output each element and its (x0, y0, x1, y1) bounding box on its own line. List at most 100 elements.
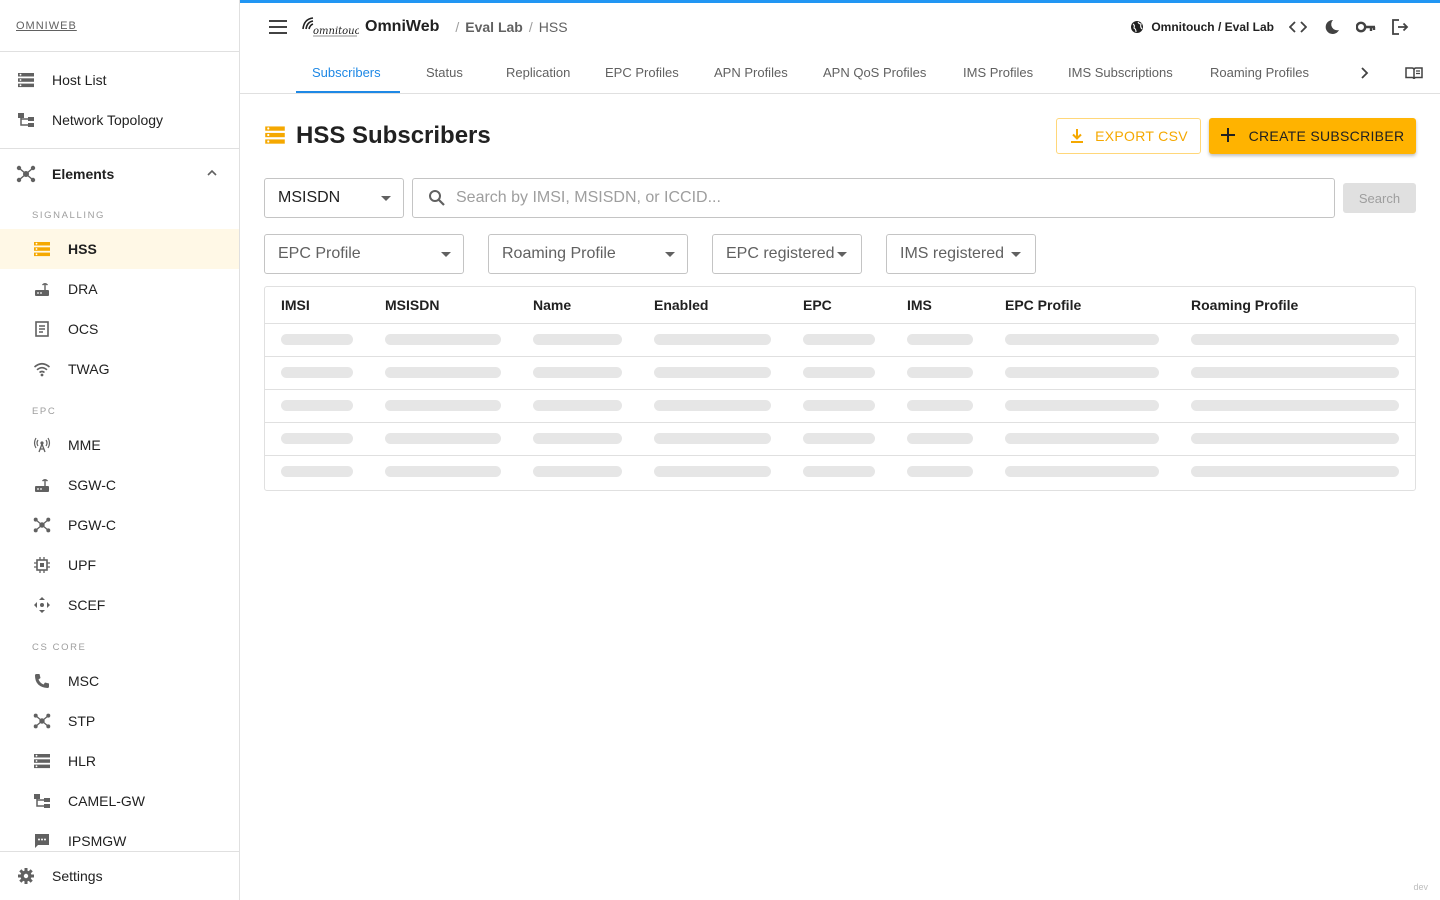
sidebar-item-stp[interactable]: STP (0, 701, 239, 741)
download-icon (1069, 128, 1085, 144)
skeleton-placeholder (1005, 400, 1159, 411)
table-cell (517, 323, 638, 357)
tab-replication[interactable]: Replication (506, 51, 570, 93)
hub-icon (16, 164, 36, 184)
table-cell (989, 323, 1175, 357)
table-cell (265, 389, 369, 423)
column-header-enabled[interactable]: Enabled (638, 287, 787, 324)
skeleton-placeholder (803, 400, 875, 411)
sidebar-item-label: UPF (68, 557, 96, 573)
column-header-roaming-profile[interactable]: Roaming Profile (1175, 287, 1415, 324)
column-header-imsi[interactable]: IMSI (265, 287, 369, 324)
sidebar-item-scef[interactable]: SCEF (0, 585, 239, 625)
sidebar-group-elements[interactable]: Elements (0, 149, 239, 199)
export-csv-button[interactable]: EXPORT CSV (1056, 118, 1201, 154)
environment-tag: dev (1413, 882, 1428, 892)
sidebar-item-settings[interactable]: Settings (0, 851, 239, 900)
table-cell (369, 455, 517, 488)
table-cell (638, 389, 787, 423)
sidebar-item-twag[interactable]: TWAG (0, 349, 239, 389)
dark-mode-icon[interactable] (1322, 17, 1342, 37)
table-row (265, 389, 1415, 423)
sidebar-item-label: TWAG (68, 361, 110, 377)
search-field-select[interactable]: MSISDN (264, 178, 404, 218)
key-icon[interactable] (1356, 17, 1376, 37)
sidebar-item-label: STP (68, 713, 96, 729)
search-button[interactable]: Search (1343, 183, 1416, 213)
sidebar-item-mme[interactable]: MME (0, 425, 239, 465)
filter-epc-profile[interactable]: EPC Profile (264, 234, 464, 274)
tab-status[interactable]: Status (426, 51, 463, 93)
search-field-value: MSISDN (278, 189, 341, 206)
column-header-epc-profile[interactable]: EPC Profile (989, 287, 1175, 324)
table-row (265, 356, 1415, 390)
sidebar-item-label: CAMEL-GW (68, 793, 145, 809)
table-cell (787, 356, 891, 390)
section-label-epc: EPC (32, 405, 57, 417)
table-row (265, 455, 1415, 488)
tab-epc-profiles[interactable]: EPC Profiles (605, 51, 679, 93)
breadcrumb-eval-lab[interactable]: Eval Lab (465, 19, 523, 35)
column-header-name[interactable]: Name (517, 287, 638, 324)
table-cell (369, 422, 517, 456)
sidebar-item-label: MME (68, 437, 101, 453)
create-subscriber-button[interactable]: CREATE SUBSCRIBER (1209, 118, 1416, 154)
skeleton-placeholder (1005, 334, 1159, 345)
search-input[interactable] (456, 189, 1316, 207)
sidebar-item-label: MSC (68, 673, 100, 689)
topology-icon (32, 791, 52, 811)
skeleton-placeholder (907, 334, 973, 345)
column-header-ims[interactable]: IMS (891, 287, 989, 324)
filter-epc-registered[interactable]: EPC registered (712, 234, 862, 274)
sidebar-item-upf[interactable]: UPF (0, 545, 239, 585)
column-header-epc[interactable]: EPC (787, 287, 891, 324)
sidebar-item-ocs[interactable]: OCS (0, 309, 239, 349)
sidebar-item-camel-gw[interactable]: CAMEL-GW (0, 781, 239, 821)
tab-roaming-profiles[interactable]: Roaming Profiles (1210, 51, 1309, 93)
app-name[interactable]: OmniWeb (365, 18, 439, 36)
chevron-right-icon[interactable] (1354, 63, 1374, 83)
skeleton-placeholder (654, 400, 771, 411)
sidebar-item-network-topology[interactable]: Network Topology (0, 100, 239, 140)
table-cell (517, 455, 638, 488)
chevron-up-icon[interactable] (205, 166, 219, 180)
skeleton-placeholder (1191, 466, 1399, 478)
table-cell (1175, 455, 1415, 488)
sidebar-item-hss[interactable]: HSS (0, 229, 239, 269)
sidebar-item-hlr[interactable]: HLR (0, 741, 239, 781)
sidebar-item-label: IPSMGW (68, 833, 127, 849)
sidebar-item-sgw-c[interactable]: SGW-C (0, 465, 239, 505)
sidebar-item-host-list[interactable]: Host List (0, 60, 239, 100)
table-cell (638, 356, 787, 390)
sidebar-item-label: PGW-C (68, 517, 116, 533)
phone-icon (32, 671, 52, 691)
sidebar-item-label: SCEF (68, 597, 106, 613)
column-header-msisdn[interactable]: MSISDN (369, 287, 517, 324)
table-cell (891, 422, 989, 456)
docs-book-icon[interactable] (1404, 63, 1424, 83)
sidebar-item-msc[interactable]: MSC (0, 661, 239, 701)
tab-ims-profiles[interactable]: IMS Profiles (963, 51, 1033, 93)
brand-header: OMNIWEB (0, 0, 239, 52)
skeleton-placeholder (1005, 367, 1159, 378)
skeleton-placeholder (385, 334, 501, 345)
active-tab-indicator (296, 91, 400, 93)
hub-icon (32, 711, 52, 731)
sidebar-item-pgw-c[interactable]: PGW-C (0, 505, 239, 545)
svg-text:omnitouch: omnitouch (313, 26, 359, 37)
top-bar-actions: Omnitouch / Eval Lab (1130, 3, 1410, 51)
hamburger-menu-icon[interactable] (266, 15, 290, 39)
tab-apn-qos-profiles[interactable]: APN QoS Profiles (823, 51, 926, 93)
tab-ims-subscriptions[interactable]: IMS Subscriptions (1068, 51, 1173, 93)
tenant-selector[interactable]: Omnitouch / Eval Lab (1130, 20, 1274, 34)
brand-link[interactable]: OMNIWEB (16, 20, 77, 32)
sidebar-item-dra[interactable]: DRA (0, 269, 239, 309)
filter-roaming-profile[interactable]: Roaming Profile (488, 234, 688, 274)
tab-subscribers[interactable]: Subscribers (312, 51, 381, 93)
wifi-icon (32, 359, 52, 379)
table-cell (265, 356, 369, 390)
filter-ims-registered[interactable]: IMS registered (886, 234, 1036, 274)
logout-icon[interactable] (1390, 17, 1410, 37)
code-icon[interactable] (1288, 17, 1308, 37)
tab-apn-profiles[interactable]: APN Profiles (714, 51, 788, 93)
